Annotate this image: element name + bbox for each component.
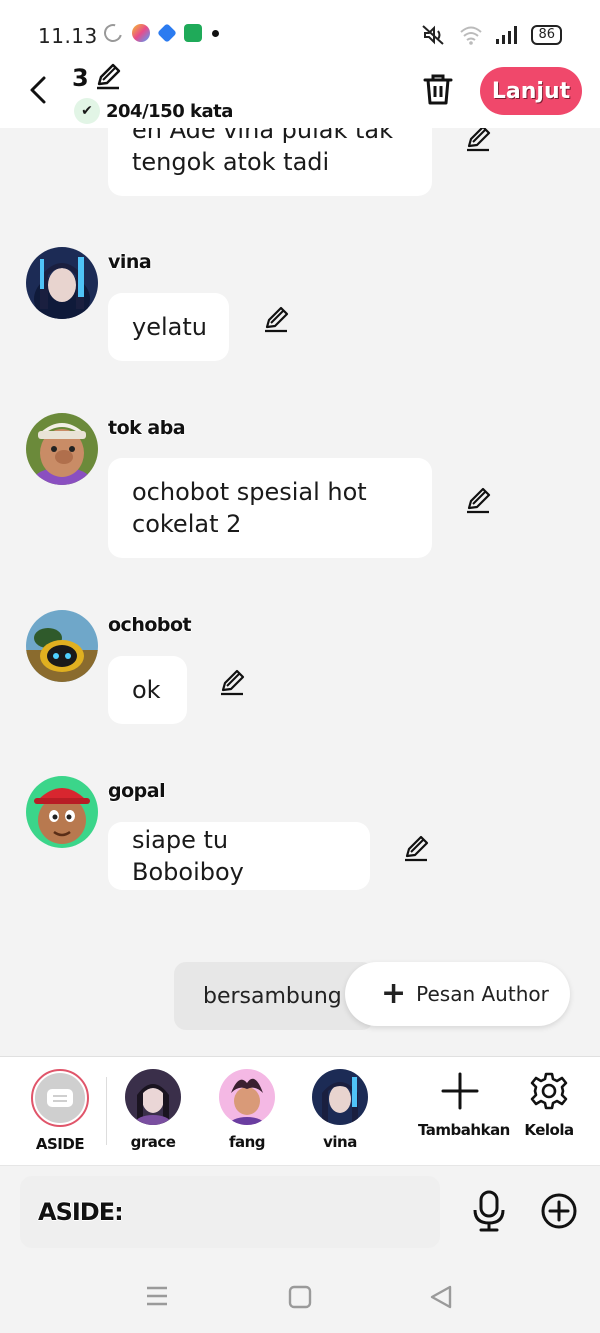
speaker-name: ochobot (108, 614, 192, 636)
add-character-label: Tambahkan (418, 1121, 510, 1139)
pencil-icon (467, 125, 491, 152)
continued-label: bersambung (203, 983, 342, 1009)
character-fang[interactable]: fang (212, 1069, 282, 1151)
avatar-tok-aba[interactable] (26, 413, 98, 485)
ochobot-avatar-image (26, 610, 98, 682)
vina-avatar-image (26, 247, 98, 319)
delete-button[interactable] (422, 72, 456, 108)
message-input[interactable]: ASIDE: (20, 1176, 440, 1248)
square-icon (288, 1285, 312, 1309)
aside-avatar (31, 1069, 89, 1127)
notification-icons (100, 20, 219, 46)
avatar-ochobot[interactable] (26, 610, 98, 682)
word-count-text: 204/150 kata (106, 100, 233, 122)
word-count: ✔ 204/150 kata (74, 98, 233, 124)
system-icons: 86 (421, 24, 562, 46)
pencil-icon (467, 487, 491, 514)
avatar-vina[interactable] (26, 247, 98, 319)
message-bubble[interactable]: ochobot spesial hot cokelat 2 (108, 458, 432, 558)
gopal-avatar-image (26, 776, 98, 848)
voice-input-button[interactable] (470, 1190, 508, 1232)
manage-button[interactable]: Kelola (520, 1069, 578, 1139)
character-aside[interactable]: ASIDE (25, 1069, 95, 1153)
edit-message-button[interactable] (464, 486, 492, 514)
vina-avatar (312, 1069, 368, 1125)
mute-icon (422, 25, 445, 45)
speaker-name: gopal (108, 780, 166, 802)
message-text: yelatu (132, 313, 207, 341)
grace-avatar (125, 1069, 181, 1125)
chapter-header: 3 ✔ 204/150 kata Lanjut (0, 60, 600, 128)
nav-back-button[interactable] (428, 1284, 458, 1312)
speaker-name: vina (108, 251, 152, 273)
edit-message-button[interactable] (262, 305, 290, 333)
trash-icon (423, 74, 453, 105)
character-grace[interactable]: grace (118, 1069, 188, 1151)
back-button[interactable] (22, 72, 54, 108)
speaker-name: tok aba (108, 417, 186, 439)
system-nav-bar (0, 1262, 600, 1333)
pencil-icon (221, 669, 245, 696)
battery-indicator: 86 (531, 25, 562, 45)
chevron-left-icon (30, 76, 46, 104)
chapter-number: 3 (72, 64, 89, 92)
continued-marker[interactable]: bersambung (174, 962, 374, 1030)
microphone-icon (473, 1190, 505, 1232)
next-button[interactable]: Lanjut (480, 67, 582, 115)
add-character-button[interactable]: Tambahkan (418, 1069, 510, 1139)
character-label: ASIDE (35, 1135, 85, 1153)
triangle-back-icon (430, 1285, 452, 1309)
chat-bubble-icon (47, 1089, 73, 1107)
avatar-gopal[interactable] (26, 776, 98, 848)
author-message-button[interactable]: + Pesan Author (345, 962, 570, 1026)
photos-notification-icon (132, 24, 150, 42)
character-label: fang (228, 1133, 266, 1151)
input-placeholder: ASIDE: (38, 1198, 124, 1226)
gear-icon (530, 1072, 568, 1110)
message-text: ok (132, 676, 161, 704)
status-time: 11.13 (38, 24, 98, 48)
fang-avatar (219, 1069, 275, 1125)
menu-button[interactable] (144, 1284, 174, 1312)
pencil-icon (405, 835, 429, 862)
plus-icon: + (381, 976, 407, 1011)
pencil-icon (265, 306, 289, 333)
app-notification-icon (157, 23, 177, 43)
edit-message-button[interactable] (402, 834, 430, 862)
more-notifications-icon (212, 29, 219, 37)
message-bubble[interactable]: yelatu (108, 293, 229, 361)
message-text: siape tu Boboiboy (132, 826, 244, 886)
character-bar: ASIDE grace fang vina Tambahkan Kelola (0, 1056, 600, 1166)
edit-message-button[interactable] (218, 668, 246, 696)
menu-icon (147, 1286, 167, 1306)
add-content-button[interactable] (540, 1192, 578, 1230)
edit-message-button[interactable] (464, 124, 492, 152)
divider (106, 1077, 107, 1145)
edit-title-button[interactable] (94, 62, 122, 94)
message-text: ochobot spesial hot cokelat 2 (132, 478, 367, 538)
author-message-label: Pesan Author (416, 982, 549, 1006)
character-vina[interactable]: vina (305, 1069, 375, 1151)
tok-aba-avatar-image (26, 413, 98, 485)
plus-icon (441, 1072, 479, 1110)
app-notification-icon (100, 20, 126, 46)
home-button[interactable] (287, 1284, 317, 1312)
pencil-icon (97, 63, 121, 90)
message-bubble[interactable]: ok (108, 656, 187, 724)
store-notification-icon (184, 24, 202, 42)
check-icon: ✔ (74, 98, 100, 124)
manage-label: Kelola (524, 1121, 574, 1139)
wifi-icon (460, 26, 483, 45)
status-bar: 11.13 86 (0, 0, 600, 60)
character-label: vina (323, 1133, 357, 1151)
message-bubble[interactable]: siape tu Boboiboy (108, 822, 370, 890)
character-label: grace (130, 1133, 176, 1151)
add-circle-icon (541, 1193, 577, 1229)
signal-icon (496, 26, 518, 44)
